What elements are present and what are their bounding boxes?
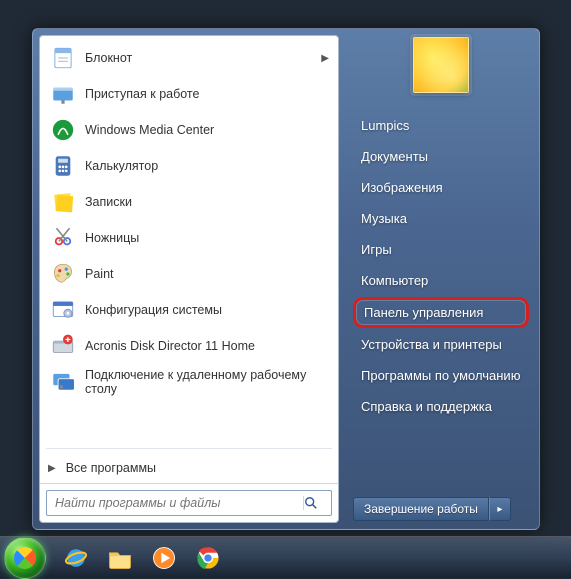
wmc-icon: [49, 116, 77, 144]
start-button[interactable]: [4, 537, 46, 579]
acronis-icon: [49, 332, 77, 360]
program-item-notepad[interactable]: Блокнот ▶: [42, 40, 336, 76]
sticky-notes-icon: [49, 188, 77, 216]
right-item-0[interactable]: Lumpics: [353, 111, 529, 140]
program-label: Конфигурация системы: [85, 303, 222, 317]
program-label: Приступая к работе: [85, 87, 199, 101]
program-list: Блокнот ▶ Приступая к работе Windows Med…: [40, 36, 338, 444]
program-item-snipping-tool[interactable]: Ножницы: [42, 220, 336, 256]
search-box[interactable]: [46, 490, 332, 516]
search-input[interactable]: [47, 491, 303, 515]
taskbar: [0, 536, 571, 578]
program-label: Записки: [85, 195, 132, 209]
program-item-wmc[interactable]: Windows Media Center: [42, 112, 336, 148]
explorer-icon[interactable]: [98, 540, 142, 576]
program-item-getting-started[interactable]: Приступая к работе: [42, 76, 336, 112]
program-label: Ножницы: [85, 231, 139, 245]
right-item-7[interactable]: Устройства и принтеры: [353, 330, 529, 359]
msconfig-icon: [49, 296, 77, 324]
rdp-icon: [49, 368, 77, 396]
shutdown-options-button[interactable]: ▸: [489, 497, 511, 521]
all-programs-label: Все программы: [66, 461, 156, 475]
program-item-paint[interactable]: Paint: [42, 256, 336, 292]
shutdown-row: Завершение работы ▸: [353, 497, 529, 521]
ie-icon[interactable]: [54, 540, 98, 576]
getting-started-icon: [49, 80, 77, 108]
program-item-calculator[interactable]: Калькулятор: [42, 148, 336, 184]
right-item-3[interactable]: Музыка: [353, 204, 529, 233]
search-row: [40, 483, 338, 522]
all-programs[interactable]: ▶ Все программы: [40, 453, 338, 483]
program-label: Блокнот: [85, 51, 132, 65]
start-menu-left-pane: Блокнот ▶ Приступая к работе Windows Med…: [39, 35, 339, 523]
triangle-right-icon: ▶: [48, 463, 56, 474]
divider: [46, 448, 332, 449]
notepad-icon: [49, 44, 77, 72]
submenu-arrow-icon: ▶: [321, 53, 329, 64]
search-icon[interactable]: [303, 496, 331, 510]
program-item-rdp[interactable]: Подключение к удаленному рабочему столу: [42, 364, 336, 400]
program-item-acronis[interactable]: Acronis Disk Director 11 Home: [42, 328, 336, 364]
program-item-sticky-notes[interactable]: Записки: [42, 184, 336, 220]
program-label: Калькулятор: [85, 159, 158, 173]
user-avatar[interactable]: [413, 37, 469, 93]
program-label: Подключение к удаленному рабочему столу: [85, 368, 329, 396]
right-item-9[interactable]: Справка и поддержка: [353, 392, 529, 421]
start-menu: Блокнот ▶ Приступая к работе Windows Med…: [32, 28, 540, 530]
shutdown-button[interactable]: Завершение работы: [353, 497, 489, 521]
right-item-6[interactable]: Панель управления: [353, 297, 529, 328]
wmp-icon[interactable]: [142, 540, 186, 576]
program-item-msconfig[interactable]: Конфигурация системы: [42, 292, 336, 328]
chrome-icon[interactable]: [186, 540, 230, 576]
paint-icon: [49, 260, 77, 288]
start-menu-right-pane: LumpicsДокументыИзображенияМузыкаИгрыКом…: [339, 29, 539, 529]
right-item-1[interactable]: Документы: [353, 142, 529, 171]
right-item-4[interactable]: Игры: [353, 235, 529, 264]
right-item-8[interactable]: Программы по умолчанию: [353, 361, 529, 390]
calculator-icon: [49, 152, 77, 180]
right-item-2[interactable]: Изображения: [353, 173, 529, 202]
right-item-5[interactable]: Компьютер: [353, 266, 529, 295]
program-label: Acronis Disk Director 11 Home: [85, 339, 255, 353]
program-label: Windows Media Center: [85, 123, 214, 137]
snipping-tool-icon: [49, 224, 77, 252]
program-label: Paint: [85, 267, 114, 281]
